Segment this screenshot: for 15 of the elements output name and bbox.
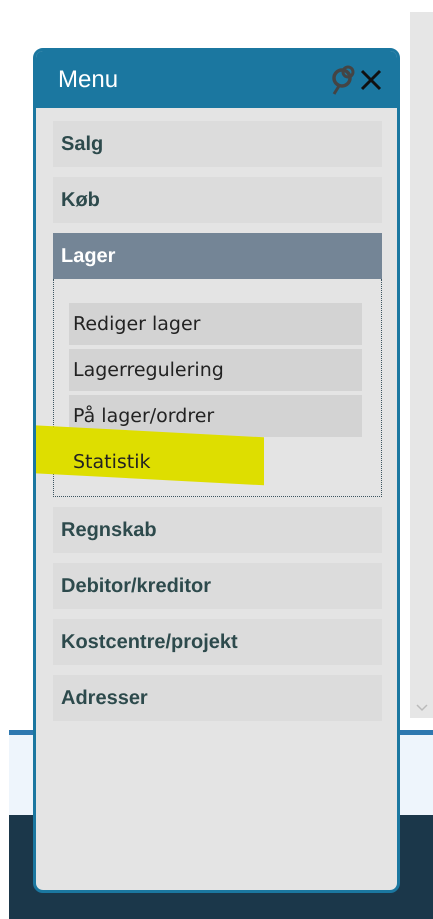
submenu-item[interactable]: Lagerregulering <box>69 349 362 391</box>
submenu-item[interactable]: Rediger lager <box>69 303 362 345</box>
submenu-item[interactable]: På lager/ordrer <box>69 395 362 437</box>
menu-item[interactable]: Kostcentre/projekt <box>53 619 382 665</box>
menu-item[interactable]: Debitor/kreditor <box>53 563 382 609</box>
menu-item[interactable]: Adresser <box>53 675 382 721</box>
menu-item[interactable]: Salg <box>53 121 382 167</box>
close-icon[interactable] <box>359 68 383 92</box>
scrollbar[interactable] <box>410 12 433 718</box>
menu-item[interactable]: Regnskab <box>53 507 382 553</box>
chevron-down-icon[interactable] <box>416 704 428 712</box>
submenu-item[interactable]: Statistik <box>69 441 362 483</box>
menu-title: Menu <box>58 66 120 94</box>
menu-item[interactable]: Køb <box>53 177 382 223</box>
menu-item[interactable]: Lager <box>53 233 382 279</box>
